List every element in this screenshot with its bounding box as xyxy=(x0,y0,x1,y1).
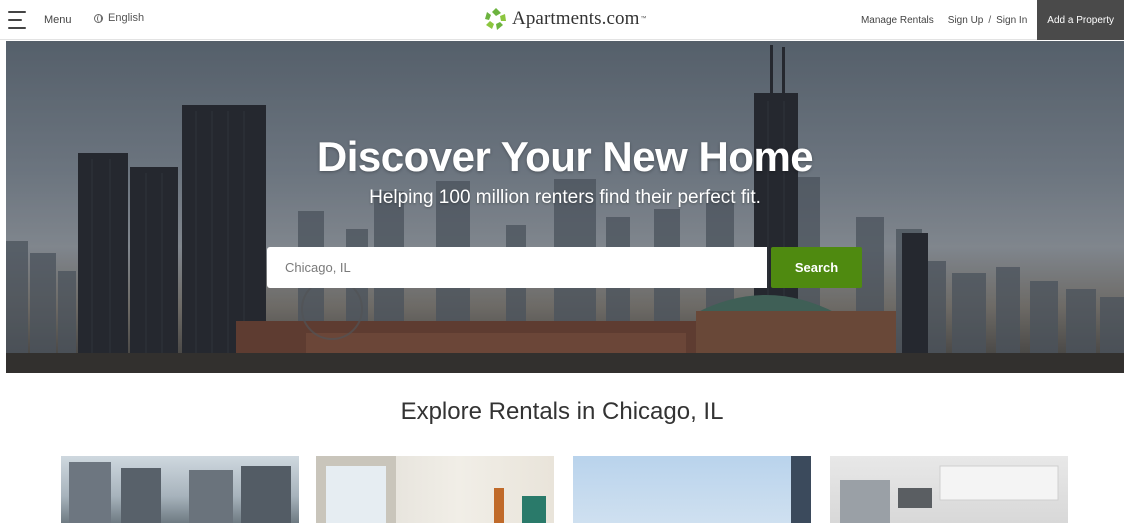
apartments-logo-icon xyxy=(485,8,506,30)
rental-card-image xyxy=(840,465,1059,523)
hero-subtitle: Helping 100 million renters find their p… xyxy=(369,187,761,208)
language-selector[interactable]: English xyxy=(94,12,144,24)
location-search-input[interactable] xyxy=(267,247,767,288)
globe-icon xyxy=(94,13,103,23)
menu-button[interactable]: Menu xyxy=(8,7,72,33)
menu-label[interactable]: Menu xyxy=(44,14,72,26)
rental-card-image xyxy=(69,462,291,523)
hamburger-icon[interactable] xyxy=(8,10,28,30)
account-nav: Manage Rentals Sign Up / Sign In Add a P… xyxy=(861,0,1124,40)
top-navigation-bar: Menu English Apartments.com ™ Manage Rent… xyxy=(0,0,1124,40)
search-button[interactable]: Search xyxy=(771,247,862,288)
rental-card-image xyxy=(316,456,546,523)
rental-card-1[interactable] xyxy=(61,456,299,523)
sign-in-link[interactable]: Sign In xyxy=(996,15,1027,26)
explore-section-title: Explore Rentals in Chicago, IL xyxy=(400,398,724,425)
language-label[interactable]: English xyxy=(108,12,144,24)
hero-title: Discover Your New Home xyxy=(316,133,814,180)
site-logo[interactable]: Apartments.com ™ xyxy=(484,7,647,31)
add-property-button[interactable]: Add a Property xyxy=(1037,0,1124,40)
hero-banner: Discover Your New Home Helping 100 milli… xyxy=(6,41,1124,373)
rental-card-4[interactable] xyxy=(830,456,1068,523)
rental-card-2[interactable] xyxy=(316,456,554,523)
auth-separator: / xyxy=(988,14,992,26)
manage-rentals-link[interactable]: Manage Rentals xyxy=(861,15,934,26)
rental-card-image xyxy=(791,456,811,523)
rental-card-3[interactable] xyxy=(573,456,811,523)
logo-text[interactable]: Apartments.com xyxy=(512,8,640,30)
logo-trademark: ™ xyxy=(640,16,647,22)
sign-up-link[interactable]: Sign Up xyxy=(948,15,984,26)
